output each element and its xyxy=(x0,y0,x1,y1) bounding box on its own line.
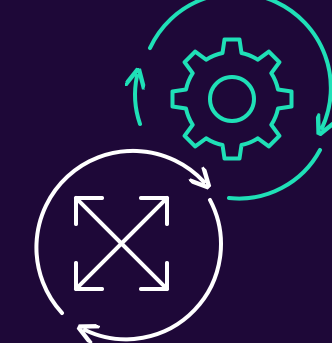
gear-hub xyxy=(208,75,256,123)
teal-circular-arrow-icon xyxy=(227,148,322,201)
gear-cycle xyxy=(135,0,332,201)
white-circular-arrow-icon xyxy=(34,148,204,315)
teal-circular-arrow-icon xyxy=(135,76,140,126)
white-circular-arrow-icon xyxy=(85,198,223,339)
gear-outline xyxy=(170,37,294,161)
gear-icon xyxy=(170,37,294,161)
expand-cycle xyxy=(34,148,223,339)
expand-arrows-icon xyxy=(74,196,169,291)
illustration xyxy=(0,0,332,343)
expand-gear-cycle-illustration xyxy=(34,0,332,343)
